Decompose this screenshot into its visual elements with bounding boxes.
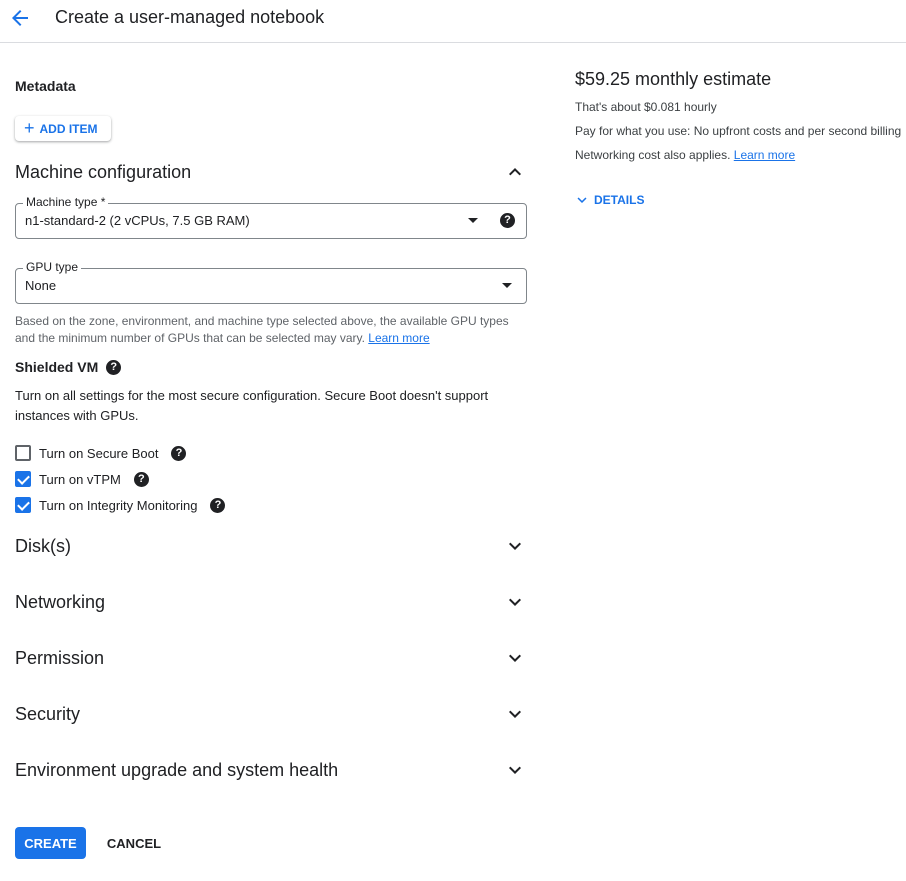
integrity-monitoring-checkbox[interactable] [15, 497, 31, 513]
machine-configuration-header[interactable]: Machine configuration [15, 158, 527, 186]
gpu-hint: Based on the zone, environment, and mach… [15, 313, 530, 347]
metadata-heading: Metadata [15, 78, 76, 94]
vtpm-checkbox[interactable] [15, 471, 31, 487]
secure-boot-option[interactable]: Turn on Secure Boot ? [15, 444, 187, 462]
vtpm-option[interactable]: Turn on vTPM ? [15, 470, 149, 488]
help-icon[interactable]: ? [133, 471, 149, 487]
billing-note: Pay for what you use: No upfront costs a… [575, 124, 902, 138]
details-label: DETAILS [594, 193, 645, 207]
integrity-monitoring-option[interactable]: Turn on Integrity Monitoring ? [15, 496, 226, 514]
plus-icon: + [24, 117, 35, 138]
create-button[interactable]: CREATE [15, 827, 86, 859]
page-title: Create a user-managed notebook [55, 7, 325, 27]
secure-boot-checkbox[interactable] [15, 445, 31, 461]
shielded-vm-description: Turn on all settings for the most secure… [15, 388, 489, 423]
arrow-back-icon[interactable] [8, 6, 32, 30]
page-header: Create a user-managed notebook [0, 0, 906, 43]
hourly-estimate: That's about $0.081 hourly [575, 100, 717, 114]
chevron-down-icon[interactable] [503, 590, 527, 614]
help-icon[interactable]: ? [500, 213, 515, 228]
monthly-estimate: $59.25 monthly estimate [575, 69, 772, 89]
add-item-label: ADD ITEM [39, 121, 98, 136]
cancel-button[interactable]: CANCEL [98, 827, 170, 859]
networking-note: Networking cost also applies. Learn more [575, 148, 795, 162]
chevron-up-icon[interactable] [503, 160, 527, 184]
shielded-vm-heading: Shielded VM ? [15, 359, 122, 375]
chevron-down-icon[interactable] [503, 758, 527, 782]
gpu-type-select[interactable]: GPU type None [15, 260, 527, 304]
gpu-learn-more-link[interactable]: Learn more [368, 331, 429, 345]
dropdown-arrow-icon [502, 283, 512, 288]
machine-configuration-title: Machine configuration [15, 161, 192, 182]
machine-type-select[interactable]: Machine type * n1-standard-2 (2 vCPUs, 7… [15, 195, 527, 239]
machine-type-label: Machine type * [23, 195, 109, 209]
add-item-button[interactable]: + ADD ITEM [15, 116, 111, 141]
shielded-vm-title: Shielded VM [15, 359, 99, 375]
networking-learn-more-link[interactable]: Learn more [734, 148, 795, 162]
dropdown-arrow-icon [468, 218, 478, 223]
chevron-down-icon [577, 197, 587, 203]
networking-note-text: Networking cost also applies. [575, 148, 731, 162]
help-icon[interactable]: ? [210, 497, 226, 513]
section-title: Security [15, 703, 81, 724]
section-title: Permission [15, 647, 105, 668]
section-title: Networking [15, 591, 106, 612]
section-disks[interactable]: Disk(s) [15, 532, 527, 560]
help-icon[interactable]: ? [171, 445, 187, 461]
details-toggle[interactable]: DETAILS [573, 191, 644, 209]
machine-type-value: n1-standard-2 (2 vCPUs, 7.5 GB RAM) [25, 213, 250, 228]
section-permission[interactable]: Permission [15, 644, 527, 672]
vtpm-label: Turn on vTPM [39, 471, 121, 487]
chevron-down-icon[interactable] [503, 646, 527, 670]
section-environment-upgrade[interactable]: Environment upgrade and system health [15, 756, 527, 784]
chevron-down-icon[interactable] [503, 702, 527, 726]
gpu-type-label: GPU type [23, 260, 82, 274]
gpu-hint-text: Based on the zone, environment, and mach… [15, 314, 509, 345]
chevron-down-icon[interactable] [503, 534, 527, 558]
section-title: Environment upgrade and system health [15, 759, 339, 780]
secure-boot-label: Turn on Secure Boot [39, 445, 159, 461]
section-title: Disk(s) [15, 535, 71, 556]
help-icon[interactable]: ? [106, 359, 122, 375]
gpu-type-value: None [25, 278, 57, 293]
integrity-monitoring-label: Turn on Integrity Monitoring [39, 497, 198, 513]
section-security[interactable]: Security [15, 700, 527, 728]
section-networking[interactable]: Networking [15, 588, 527, 616]
